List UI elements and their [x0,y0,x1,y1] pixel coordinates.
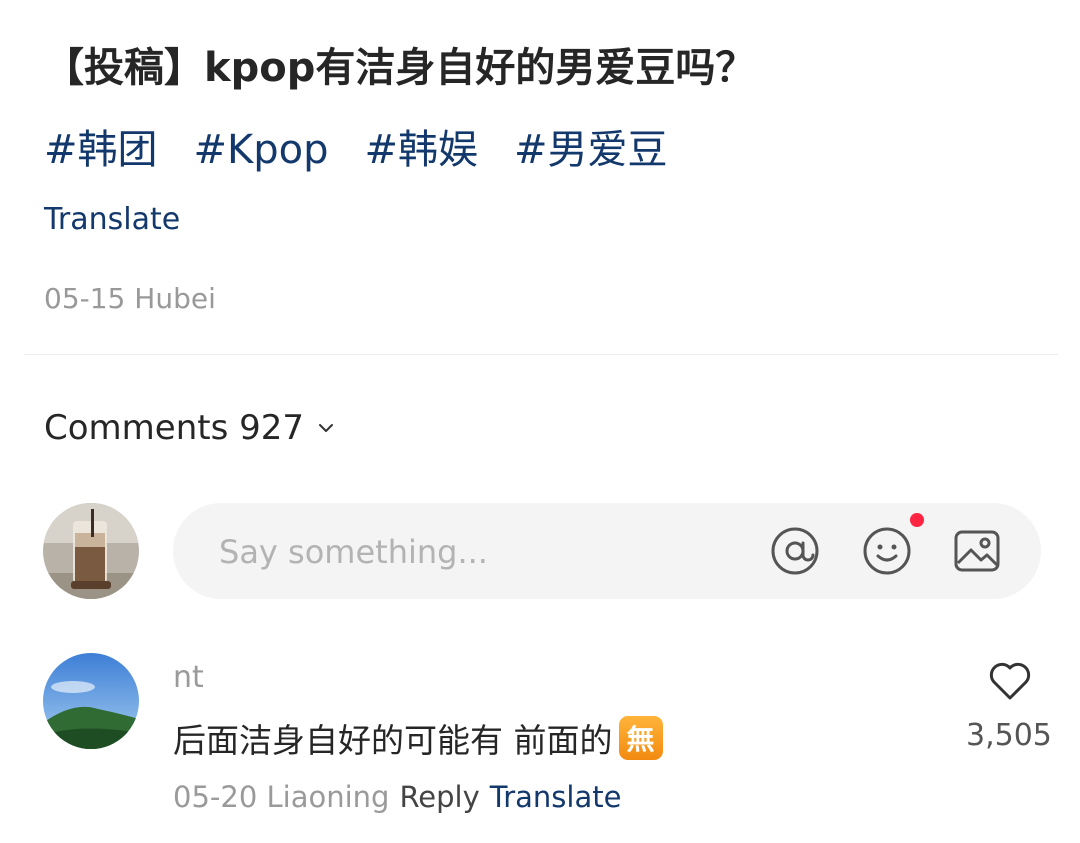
comment-meta: 05-20 Liaoning Reply Translate [173,780,621,814]
image-icon[interactable] [951,525,1003,577]
comment-text: 后面洁身自好的可能有 前面的 無 [173,714,663,762]
post-date-location: 05-15 Hubei [44,282,216,315]
like-count: 3,505 [966,718,1052,753]
tag-hanutuan[interactable]: #韩团 [44,120,158,180]
notification-dot [910,513,924,527]
comment-input[interactable] [217,527,741,577]
comment-username[interactable]: nt [173,660,204,695]
comment-text-content: 后面洁身自好的可能有 前面的 [173,721,613,760]
coffee-photo-icon [43,503,139,599]
tag-list: #韩团 #Kpop #韩娱 #男爱豆 [44,120,668,180]
chevron-down-icon [319,424,333,432]
divider [24,354,1058,355]
tag-kpop[interactable]: #Kpop [194,120,329,180]
current-user-avatar[interactable] [43,503,139,599]
tag-hanyu[interactable]: #韩娱 [365,120,479,180]
mountain-photo-icon [43,653,139,749]
comment-input-bar [173,503,1041,599]
comment-date-location: 05-20 Liaoning [173,780,390,814]
wu-emoji-icon: 無 [618,716,663,760]
comment-avatar[interactable] [43,653,139,749]
post-translate-link[interactable]: Translate [44,202,180,237]
heart-icon[interactable] [986,656,1034,704]
comment-translate-link[interactable]: Translate [490,780,622,814]
at-icon[interactable] [769,525,821,577]
comments-sort-toggle[interactable]: Comments 927 [44,408,336,448]
tag-male-idol[interactable]: #男爱豆 [514,120,668,180]
reply-button[interactable]: Reply [399,780,479,814]
comments-count-label: Comments 927 [44,408,304,448]
emoji-icon[interactable] [861,525,913,577]
post-title: 【投稿】kpop有洁身自好的男爱豆吗？ [44,45,756,91]
